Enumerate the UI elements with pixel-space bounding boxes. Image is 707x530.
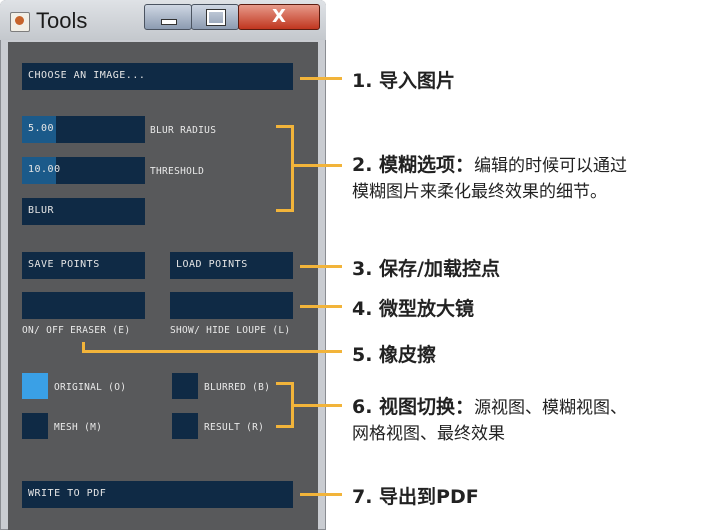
annotation-2: 2. 模糊选项：编辑的时候可以通过 [352, 150, 702, 177]
eraser-label: ON/ OFF ERASER (E) [22, 325, 131, 336]
view-original-label: ORIGINAL (O) [54, 382, 127, 393]
close-button[interactable]: X [238, 4, 320, 30]
threshold-input[interactable]: 10.00 [22, 157, 145, 184]
annotation-bracket-2-bottom [276, 209, 293, 212]
eraser-toggle[interactable] [22, 292, 145, 319]
annotation-6-desc-line1: 源视图、模糊视图、 [474, 398, 628, 418]
annotation-2-title: 2. 模糊选项： [352, 154, 475, 176]
annotation-3: 3. 保存/加载控点 [352, 258, 500, 280]
view-mesh-label: MESH (M) [54, 422, 103, 433]
blur-radius-input[interactable]: 5.00 [22, 116, 145, 143]
threshold-label: THRESHOLD [150, 166, 205, 177]
annotation-line-5 [82, 350, 342, 353]
minimize-button[interactable] [144, 4, 192, 30]
load-points-button[interactable]: LOAD POINTS [170, 252, 293, 279]
annotation-line-1 [300, 77, 342, 80]
annotation-line-4 [300, 305, 342, 308]
annotation-7: 7. 导出到PDF [352, 486, 479, 508]
annotation-5: 5. 橡皮擦 [352, 344, 437, 366]
annotation-line-2 [293, 164, 342, 167]
annotation-bracket-2-side [291, 125, 294, 212]
annotation-line-5-tick [82, 342, 85, 352]
annotation-6-desc-line2: 网格视图、最终效果 [352, 424, 505, 444]
blur-button[interactable]: BLUR [22, 198, 145, 225]
annotation-bracket-6-bottom [276, 425, 293, 428]
view-blurred-label: BLURRED (B) [204, 382, 271, 393]
write-pdf-button[interactable]: WRITE TO PDF [22, 481, 293, 508]
maximize-button[interactable] [191, 4, 239, 30]
annotation-2-desc-line2: 模糊图片来柔化最终效果的细节。 [352, 182, 607, 202]
view-original-toggle[interactable] [22, 373, 48, 399]
annotation-line-6 [293, 404, 342, 407]
annotation-6: 6. 视图切换：源视图、模糊视图、 [352, 392, 702, 419]
view-result-label: RESULT (R) [204, 422, 265, 433]
save-points-button[interactable]: SAVE POINTS [22, 252, 145, 279]
annotation-line-7 [300, 493, 342, 496]
title-bar[interactable]: Tools X [0, 0, 326, 40]
annotation-2-desc-line2-wrap: 模糊图片来柔化最终效果的细节。 [352, 177, 607, 202]
choose-image-button[interactable]: CHOOSE AN IMAGE... [22, 63, 293, 90]
view-blurred-toggle[interactable] [172, 373, 198, 399]
annotation-line-3 [300, 265, 342, 268]
view-result-toggle[interactable] [172, 413, 198, 439]
close-icon: X [272, 6, 286, 27]
annotation-6-title: 6. 视图切换： [352, 396, 475, 418]
annotation-6-desc-line2-wrap: 网格视图、最终效果 [352, 419, 505, 444]
annotation-1: 1. 导入图片 [352, 70, 456, 92]
loupe-toggle[interactable] [170, 292, 293, 319]
annotation-2-desc-line1: 编辑的时候可以通过 [474, 156, 628, 176]
blur-radius-label: BLUR RADIUS [150, 125, 217, 136]
java-app-icon [10, 12, 30, 32]
window-title: Tools [36, 8, 88, 33]
loupe-label: SHOW/ HIDE LOUPE (L) [170, 325, 291, 336]
annotation-4: 4. 微型放大镜 [352, 298, 475, 320]
view-mesh-toggle[interactable] [22, 413, 48, 439]
